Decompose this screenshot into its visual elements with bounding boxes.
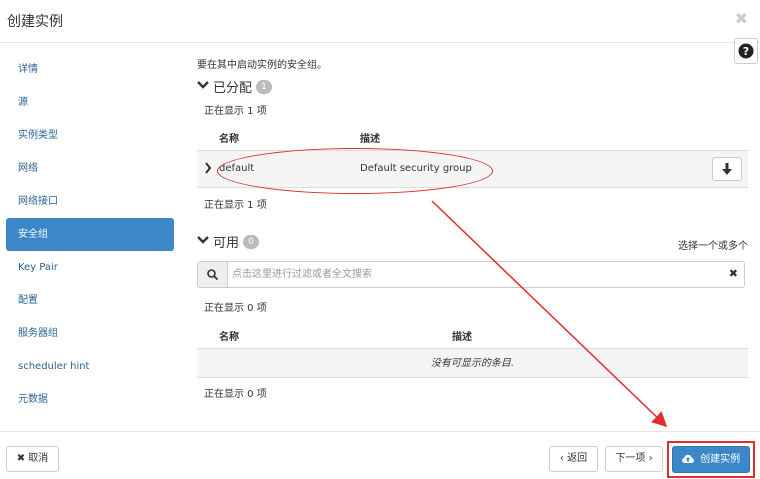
cancel-button[interactable]: ✖ 取消 [6, 446, 59, 472]
chevron-down-icon [197, 234, 213, 249]
allocated-title: 已分配 [213, 81, 253, 96]
filter-input[interactable] [232, 266, 712, 283]
intro-text: 要在其中启动实例的安全组。 [197, 60, 327, 71]
wizard-sidebar: 详情 源 实例类型 网络 网络接口 安全组 Key Pair 配置 服务器组 s… [6, 53, 174, 416]
available-section-header[interactable]: 可用 0 [197, 232, 260, 251]
sidebar-item-metadata[interactable]: 元数据 [6, 383, 174, 416]
sidebar-item-key-pair[interactable]: Key Pair [6, 251, 174, 284]
sidebar-item-networks[interactable]: 网络 [6, 152, 174, 185]
available-count-badge: 0 [243, 234, 260, 249]
modal-header: 创建实例 ✖ [0, 0, 760, 43]
chevron-down-icon [197, 79, 213, 94]
empty-table-message: 没有可显示的条目. [197, 349, 748, 378]
column-header-description: 描述 [360, 134, 380, 145]
sidebar-item-network-ports[interactable]: 网络接口 [6, 185, 174, 218]
sidebar-item-scheduler-hints[interactable]: scheduler hint [6, 350, 174, 383]
arrow-down-icon [722, 163, 732, 175]
close-icon[interactable]: ✖ [735, 9, 748, 28]
security-group-description: Default security group [360, 163, 472, 174]
launch-label: 创建实例 [700, 454, 741, 465]
available-showing-top: 正在显示 0 项 [204, 303, 267, 314]
select-hint: 选择一个或多个 [678, 241, 748, 252]
chevron-right-icon[interactable] [204, 162, 212, 177]
cloud-upload-icon [681, 454, 694, 463]
column-header-name: 名称 [219, 134, 239, 145]
allocated-table-header: 名称 描述 [197, 121, 748, 151]
sidebar-item-configuration[interactable]: 配置 [6, 284, 174, 317]
table-row: default Default security group [197, 151, 748, 188]
available-title: 可用 [213, 236, 240, 251]
allocated-showing-bottom: 正在显示 1 项 [204, 200, 267, 211]
modal-footer: ✖ 取消 ‹ 返回 下一项 › 创建实例 [0, 431, 760, 479]
cancel-label: 取消 [28, 453, 49, 464]
launch-instance-button[interactable]: 创建实例 [672, 446, 750, 473]
search-icon [198, 262, 228, 287]
available-table-header: 名称 描述 [197, 319, 748, 349]
column-header-description: 描述 [452, 332, 472, 343]
column-header-name: 名称 [219, 332, 239, 343]
sidebar-item-details[interactable]: 详情 [6, 53, 174, 86]
close-icon: ✖ [16, 453, 26, 464]
allocated-section-header[interactable]: 已分配 1 [197, 77, 273, 96]
sidebar-item-security-groups[interactable]: 安全组 [6, 218, 174, 251]
svg-text:?: ? [743, 45, 749, 58]
sidebar-item-server-groups[interactable]: 服务器组 [6, 317, 174, 350]
modal-title: 创建实例 [7, 14, 63, 30]
help-button[interactable]: ? [734, 38, 758, 64]
security-group-name: default [219, 163, 255, 174]
back-button[interactable]: ‹ 返回 [549, 446, 598, 472]
clear-filter-icon[interactable]: ✖ [729, 267, 738, 280]
sidebar-item-source[interactable]: 源 [6, 86, 174, 119]
sidebar-item-flavor[interactable]: 实例类型 [6, 119, 174, 152]
allocated-showing-top: 正在显示 1 项 [204, 106, 267, 117]
available-showing-bottom: 正在显示 0 项 [204, 389, 267, 400]
allocated-count-badge: 1 [256, 79, 273, 94]
next-button[interactable]: 下一项 › [605, 446, 663, 472]
filter-search-bar: ✖ [197, 261, 745, 288]
deallocate-button[interactable] [712, 157, 742, 181]
annotation-highlight-box: 创建实例 [667, 441, 755, 478]
question-icon: ? [738, 43, 754, 59]
